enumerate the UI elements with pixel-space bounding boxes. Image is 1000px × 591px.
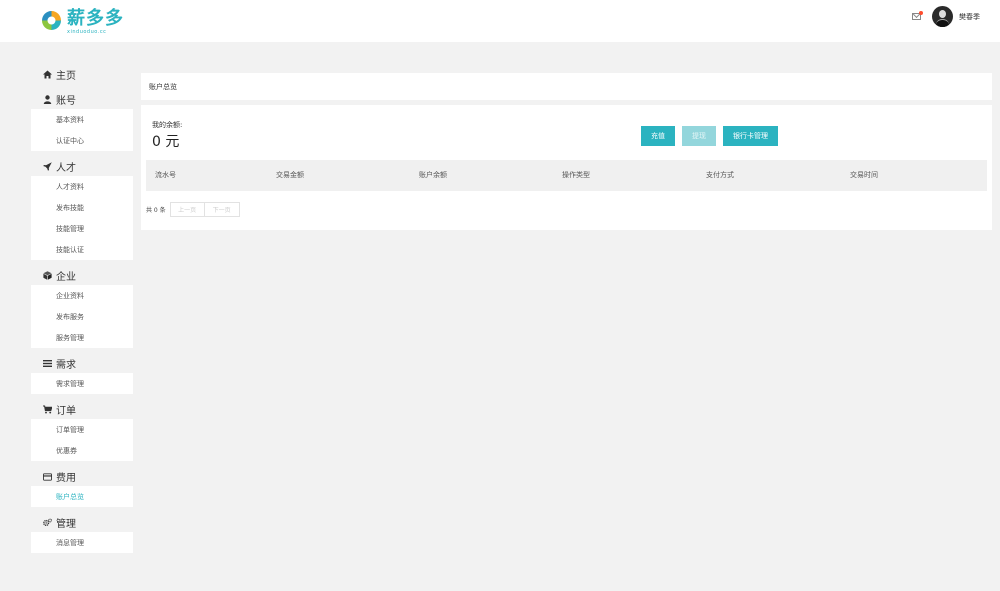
- next-page-button[interactable]: 下一页: [204, 202, 240, 217]
- balance-label: 我的余额:: [152, 121, 183, 129]
- sidebar-group-account[interactable]: 账号: [31, 90, 133, 109]
- logo[interactable]: 薪多多 xinduoduo.cc: [40, 9, 124, 35]
- bank-card-management-button[interactable]: 银行卡管理: [723, 126, 778, 146]
- sidebar-item-verification[interactable]: 认证中心: [31, 130, 133, 151]
- prev-page-button[interactable]: 上一页: [169, 202, 205, 217]
- sidebar-item-demand-management[interactable]: 需求管理: [31, 373, 133, 394]
- column-header: 流水号: [155, 171, 176, 179]
- message-icon[interactable]: [912, 11, 923, 20]
- sidebar-group-talent[interactable]: 人才: [31, 157, 133, 176]
- sidebar-item-service-management[interactable]: 服务管理: [31, 327, 133, 348]
- balance-value: 0 元: [152, 134, 180, 150]
- rocket-icon: [43, 162, 52, 171]
- sidebar-item-account-overview[interactable]: 账户总览: [31, 486, 133, 507]
- pagination: 共 0 条 上一页 下一页: [146, 202, 240, 217]
- account-panel: 我的余额: 0 元 充值 提现 银行卡管理 流水号 交易金额 账户余额 操作类型…: [141, 105, 992, 230]
- breadcrumb-current: 账户总览: [149, 82, 177, 91]
- sidebar-group-home[interactable]: 主页: [31, 65, 133, 84]
- column-header: 交易金额: [276, 171, 304, 179]
- sidebar-group-label: 订单: [56, 406, 76, 417]
- recharge-button[interactable]: 充值: [641, 126, 675, 146]
- transactions-table-header: 流水号 交易金额 账户余额 操作类型 支付方式 交易时间: [146, 160, 987, 191]
- logo-subtext: xinduoduo.cc: [67, 29, 107, 35]
- logo-mark-icon: [40, 9, 63, 32]
- sidebar-group-admin[interactable]: 管理: [31, 513, 133, 532]
- sidebar-item-talent-profile[interactable]: 人才资料: [31, 176, 133, 197]
- home-icon: [43, 70, 52, 79]
- cube-icon: [43, 271, 52, 280]
- sidebar-item-publish-skill[interactable]: 发布技能: [31, 197, 133, 218]
- sidebar-group-label: 企业: [56, 272, 76, 283]
- credit-card-icon: [43, 472, 52, 481]
- logo-text: 薪多多: [67, 8, 124, 29]
- sidebar-item-publish-service[interactable]: 发布服务: [31, 306, 133, 327]
- sidebar-group-label: 管理: [56, 519, 76, 530]
- sidebar-group-demand[interactable]: 需求: [31, 354, 133, 373]
- column-header: 支付方式: [706, 171, 734, 179]
- column-header: 账户余额: [419, 171, 447, 179]
- sidebar-item-message-management[interactable]: 消息管理: [31, 532, 133, 553]
- sidebar-group-label: 需求: [56, 360, 76, 371]
- sidebar-item-enterprise-profile[interactable]: 企业资料: [31, 285, 133, 306]
- withdraw-button[interactable]: 提现: [682, 126, 716, 146]
- column-header: 交易时间: [850, 171, 878, 179]
- sidebar-item-coupons[interactable]: 优惠券: [31, 440, 133, 461]
- sidebar: 主页 账号 基本资料 认证中心 人才 人才资料 发布技能 技能管理 技能认证 企…: [31, 65, 133, 553]
- top-header: 薪多多 xinduoduo.cc 樊春季: [0, 0, 1000, 42]
- column-header: 操作类型: [562, 171, 590, 179]
- avatar[interactable]: [932, 6, 953, 27]
- sidebar-group-enterprise[interactable]: 企业: [31, 266, 133, 285]
- sidebar-item-skill-management[interactable]: 技能管理: [31, 218, 133, 239]
- sidebar-group-label: 费用: [56, 473, 76, 484]
- cart-icon: [43, 405, 52, 414]
- breadcrumb: 账户总览: [141, 73, 992, 100]
- sidebar-item-skill-certification[interactable]: 技能认证: [31, 239, 133, 260]
- sidebar-group-label: 账号: [56, 96, 76, 107]
- record-count: 共 0 条: [146, 207, 166, 214]
- sidebar-group-orders[interactable]: 订单: [31, 400, 133, 419]
- sidebar-item-basic-info[interactable]: 基本资料: [31, 109, 133, 130]
- sidebar-group-label: 人才: [56, 163, 76, 174]
- list-icon: [43, 359, 52, 368]
- sidebar-group-label: 主页: [56, 71, 76, 82]
- gears-icon: [43, 518, 52, 527]
- sidebar-group-fees[interactable]: 费用: [31, 467, 133, 486]
- username[interactable]: 樊春季: [959, 12, 980, 22]
- sidebar-item-order-management[interactable]: 订单管理: [31, 419, 133, 440]
- user-icon: [43, 95, 52, 104]
- notification-dot: [919, 11, 923, 15]
